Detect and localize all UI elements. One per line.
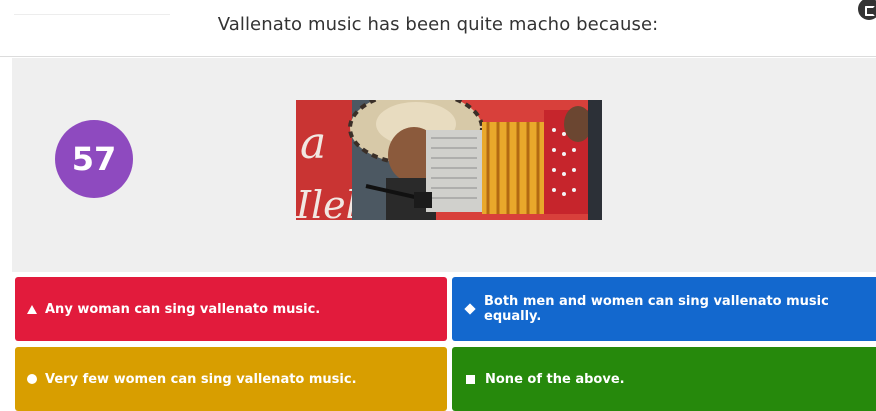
svg-text:a: a — [300, 118, 326, 169]
square-icon — [466, 374, 475, 384]
triangle-icon — [27, 304, 37, 314]
answer-label: Very few women can sing vallenato music. — [45, 371, 357, 387]
answer-label: Any woman can sing vallenato music. — [45, 301, 321, 317]
answer-triangle[interactable]: Any woman can sing vallenato music. — [15, 277, 447, 341]
diamond-icon — [464, 303, 476, 315]
answer-label: Both men and women can sing vallenato mu… — [484, 294, 829, 324]
exit-icon[interactable] — [858, 0, 876, 20]
answer-label: None of the above. — [485, 371, 625, 387]
question-title: Vallenato music has been quite macho bec… — [217, 14, 659, 35]
answer-square[interactable]: None of the above. — [452, 347, 876, 411]
answer-diamond[interactable]: Both men and women can sing vallenato mu… — [452, 277, 876, 341]
question-image: a Ilel — [296, 100, 602, 220]
countdown-timer: 57 — [55, 120, 133, 198]
circle-icon — [27, 374, 37, 384]
answer-circle[interactable]: Very few women can sing vallenato music. — [15, 347, 447, 411]
svg-text:Ilel: Ilel — [296, 183, 358, 220]
question-header: Vallenato music has been quite macho bec… — [0, 0, 876, 57]
accordion-player-illustration: a Ilel — [296, 100, 602, 220]
